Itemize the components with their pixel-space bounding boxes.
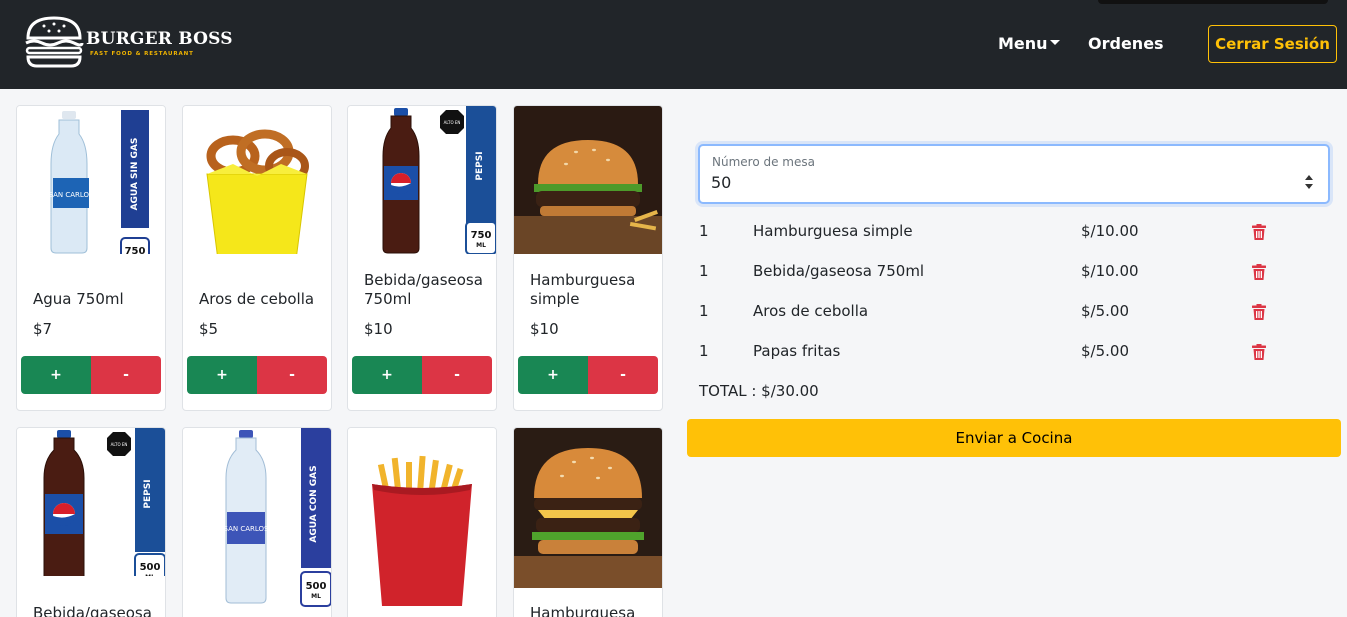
nav-orders-link[interactable]: Ordenes: [1088, 34, 1164, 53]
product-name: Bebida/gaseosa 750ml: [364, 271, 483, 308]
product-image-water: SAN CARLOS AGUA CON GAS 500 ML: [183, 428, 331, 608]
order-item-qty: 1: [699, 342, 709, 360]
add-product-button[interactable]: +: [352, 356, 422, 394]
product-image-pepsi: ALTO EN PEPSI 500 ML: [17, 428, 165, 576]
order-item-amount: $/10.00: [1081, 222, 1139, 240]
product-name: Agua 750ml: [33, 290, 124, 308]
order-item-name: Aros de cebolla: [753, 302, 869, 320]
order-item-qty: 1: [699, 222, 709, 240]
trash-icon[interactable]: [1252, 264, 1266, 280]
brand-logo[interactable]: BURGER BOSS FAST FOOD & RESTAURANT: [24, 16, 233, 68]
order-item-name: Papas fritas: [753, 342, 841, 360]
product-badge-text: PEPSI: [143, 479, 153, 508]
product-card: SAN CARLOS AGUA SIN GAS 750 ML Agua 750m…: [16, 105, 166, 411]
trash-icon[interactable]: [1252, 344, 1266, 360]
product-price: $10: [530, 320, 559, 338]
remove-product-button[interactable]: -: [422, 356, 492, 394]
remove-product-button[interactable]: -: [257, 356, 327, 394]
order-item-amount: $/5.00: [1081, 302, 1129, 320]
product-badge-text: PEPSI: [475, 151, 485, 180]
remove-product-button[interactable]: -: [588, 356, 658, 394]
product-image-fries: [348, 428, 496, 608]
navbar: BURGER BOSS FAST FOOD & RESTAURANT Menu …: [0, 0, 1347, 89]
product-card: SAN CARLOS AGUA CON GAS 500 ML: [182, 427, 332, 617]
product-card: Hamburguesa: [513, 427, 663, 617]
brand-name: BURGER BOSS: [86, 29, 233, 49]
product-unit-text: ML: [476, 242, 486, 249]
svg-text:SAN CARLOS: SAN CARLOS: [224, 525, 270, 533]
trash-icon[interactable]: [1252, 224, 1266, 240]
add-product-button[interactable]: +: [518, 356, 588, 394]
product-card: ALTO EN PEPSI 750 ML Bebida/gaseosa 750m…: [347, 105, 497, 411]
product-name: Hamburguesa simple: [530, 271, 636, 308]
product-card: Hamburguesa simple $10 + -: [513, 105, 663, 411]
logout-button[interactable]: Cerrar Sesión: [1208, 25, 1337, 63]
product-image-pepsi: ALTO EN PEPSI 750 ML: [348, 106, 496, 254]
navbar-shadow-strip: [1098, 0, 1328, 4]
order-item-row: 1 Papas fritas $/5.00: [699, 342, 1279, 364]
svg-text:ALTO EN: ALTO EN: [444, 120, 461, 125]
product-image-burger: [514, 106, 662, 254]
product-badge-text: AGUA SIN GAS: [130, 138, 140, 211]
table-number-field[interactable]: Número de mesa: [698, 144, 1330, 204]
product-unit-text: ML: [145, 574, 155, 576]
product-image-onion-rings: [183, 106, 331, 254]
nav-menu-label: Menu: [998, 34, 1048, 53]
order-item-qty: 1: [699, 302, 709, 320]
order-item-amount: $/5.00: [1081, 342, 1129, 360]
trash-icon[interactable]: [1252, 304, 1266, 320]
order-item-row: 1 Aros de cebolla $/5.00: [699, 302, 1279, 324]
product-badge-text: AGUA CON GAS: [309, 465, 319, 542]
brand-tagline: FAST FOOD & RESTAURANT: [90, 51, 194, 57]
product-unit-text: ML: [311, 593, 321, 600]
order-item-qty: 1: [699, 262, 709, 280]
product-name: Hamburguesa: [530, 604, 636, 617]
burger-logo-icon: [25, 16, 84, 68]
product-card: ALTO EN PEPSI 500 ML Bebida/gaseosa 500m…: [16, 427, 166, 617]
number-spinner-icon[interactable]: [1304, 173, 1314, 191]
nav-menu-dropdown[interactable]: Menu: [998, 34, 1060, 53]
order-total: TOTAL : $/30.00: [699, 382, 819, 400]
table-number-label: Número de mesa: [712, 155, 815, 169]
order-item-name: Hamburguesa simple: [753, 222, 913, 240]
order-item-row: 1 Bebida/gaseosa 750ml $/10.00: [699, 262, 1279, 284]
add-product-button[interactable]: +: [187, 356, 257, 394]
svg-text:SAN CARLOS: SAN CARLOS: [49, 191, 95, 199]
order-item-row: 1 Hamburguesa simple $/10.00: [699, 222, 1279, 244]
send-to-kitchen-button[interactable]: Enviar a Cocina: [687, 419, 1341, 457]
product-price: $10: [364, 320, 393, 338]
remove-product-button[interactable]: -: [91, 356, 161, 394]
caret-down-icon: [1049, 40, 1060, 45]
product-card: Aros de cebolla $5 + -: [182, 105, 332, 411]
product-image-burger: [514, 428, 662, 588]
product-size-text: 750: [471, 230, 492, 241]
product-name: Bebida/gaseosa 500ml: [33, 604, 152, 617]
svg-text:ALTO EN: ALTO EN: [111, 442, 128, 447]
table-number-input[interactable]: [711, 173, 1271, 192]
product-price: $5: [199, 320, 219, 338]
product-price: $7: [33, 320, 53, 338]
add-product-button[interactable]: +: [21, 356, 91, 394]
product-size-text: 750: [125, 246, 146, 254]
order-item-amount: $/10.00: [1081, 262, 1139, 280]
product-image-water: SAN CARLOS AGUA SIN GAS 750 ML: [17, 106, 165, 254]
product-name: Aros de cebolla: [199, 290, 315, 308]
product-size-text: 500: [306, 581, 327, 592]
product-size-text: 500: [140, 562, 161, 573]
order-item-name: Bebida/gaseosa 750ml: [753, 262, 925, 280]
product-card: [347, 427, 497, 617]
